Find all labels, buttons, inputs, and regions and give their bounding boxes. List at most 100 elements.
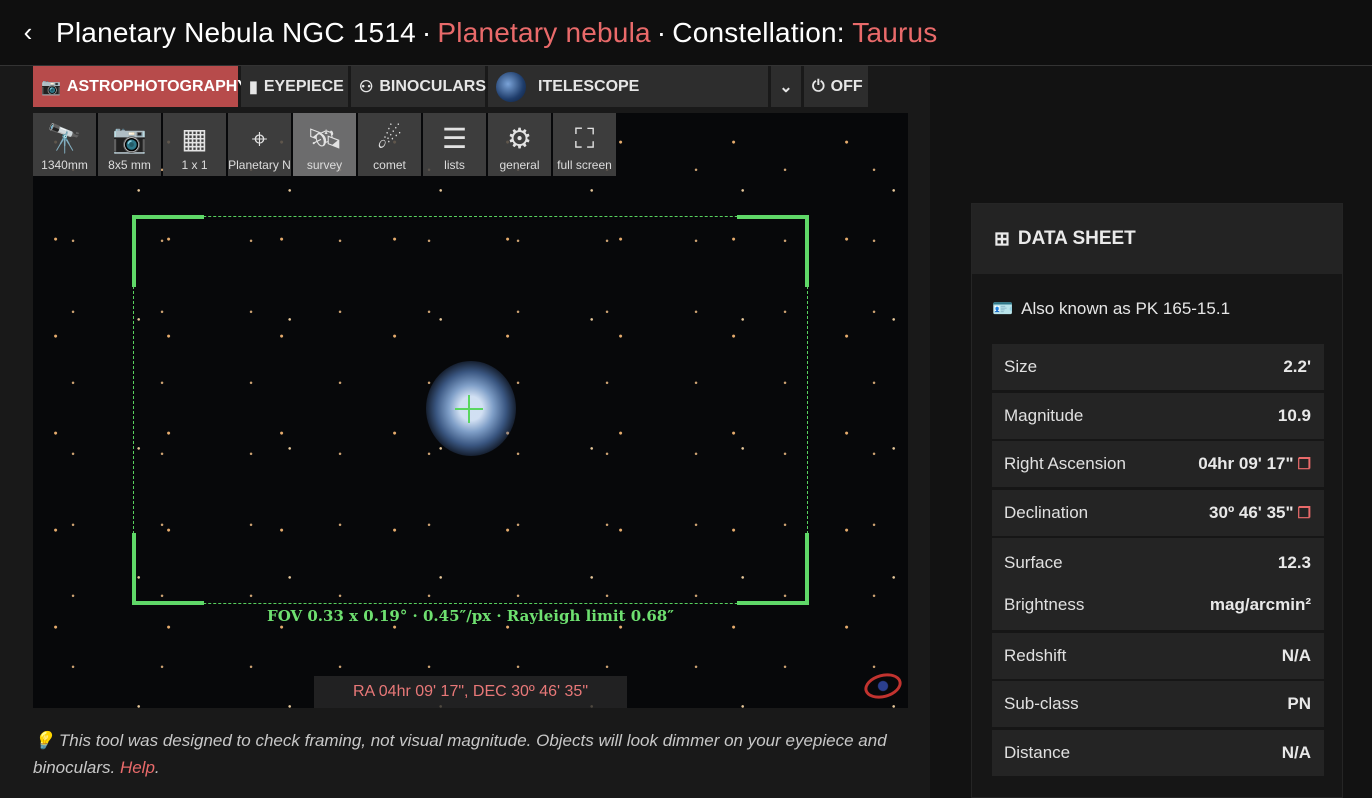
constellation-link[interactable]: Taurus — [852, 17, 937, 48]
tool-comet[interactable]: ☄ comet — [358, 113, 421, 176]
itelescope-icon — [496, 71, 526, 102]
tool-mosaic[interactable]: ▦ 1 x 1 — [163, 113, 226, 176]
ra-value: 04hr 09' 17" — [1198, 454, 1294, 473]
row-key: Declination — [1004, 502, 1089, 522]
row-key: Brightness — [1004, 595, 1085, 614]
row-key: Size — [1004, 357, 1038, 376]
row-declination: Declination 30º 46' 35" ❐ — [992, 489, 1324, 536]
tool-sensor[interactable]: 📷 8x5 mm — [98, 113, 161, 176]
tool-label: comet — [373, 158, 406, 172]
row-key: Redshift — [1004, 645, 1067, 665]
coordinate-readout: RA 04hr 09' 17", DEC 30º 46' 35" — [314, 676, 627, 708]
object-type-link[interactable]: Planetary nebula — [437, 17, 650, 48]
note-text: This tool was designed to check framing,… — [33, 731, 887, 777]
tool-full-screen[interactable]: ⛶ full screen — [553, 113, 616, 176]
fov-corner — [737, 533, 809, 605]
page-title: Planetary Nebula NGC 1514 · Planetary nebu… — [56, 16, 938, 48]
mode-astrophotography[interactable]: 📷 ASTROPHOTOGRAPHY — [33, 66, 248, 107]
mode-bar: 📷 ASTROPHOTOGRAPHY ▮ EYEPIECE ⚇ BINOCULA… — [33, 66, 868, 107]
table-icon: ⊞ — [994, 228, 1010, 250]
gear-icon: ⚙ — [506, 123, 533, 154]
row-value: mag/arcmin² — [1209, 595, 1311, 614]
chevron-down-icon: ⌄ — [779, 78, 793, 96]
row-value: 2.2' — [1283, 357, 1311, 376]
row-key: Right Ascension — [1004, 454, 1126, 473]
row-value: 12.3 — [1277, 553, 1311, 572]
copy-icon[interactable]: ❐ — [1298, 504, 1311, 522]
survey-logo-icon — [861, 669, 905, 703]
row-value: N/A — [1281, 645, 1311, 665]
camera-icon: 📷 — [112, 123, 147, 154]
tool-lists[interactable]: ☰ lists — [423, 113, 486, 176]
row-value: PN — [1287, 694, 1311, 713]
row-value: 30º 46' 35" ❐ — [1209, 503, 1311, 523]
tool-label: lists — [444, 158, 465, 172]
row-sub-class: Sub-class PN — [992, 681, 1324, 727]
data-sheet-panel: ⊞ DATA SHEET 🪪 Also known as PK 165-15.1… — [971, 203, 1343, 798]
mode-binoculars[interactable]: ⚇ BINOCULARS — [351, 66, 487, 107]
back-button[interactable]: ‹ — [0, 0, 56, 66]
satellite-icon: 🛰 — [306, 123, 343, 154]
row-value: N/A — [1281, 742, 1311, 762]
tool-focal-length[interactable]: 🔭 1340mm — [33, 113, 96, 176]
copy-icon[interactable]: ❐ — [1298, 455, 1311, 473]
row-value: 10.9 — [1277, 405, 1311, 425]
constellation-label: Constellation: — [672, 16, 845, 48]
row-size: Size 2.2' — [992, 344, 1324, 390]
fov-readout: FOV 0.33 x 0.19° · 0.45″/px · Rayleigh l… — [267, 607, 674, 625]
tool-label: general — [499, 158, 540, 172]
tool-label: 1340mm — [41, 158, 88, 172]
crosshair-icon: ⌖ — [251, 123, 268, 154]
mode-itelescope[interactable]: ITELESCOPE — [488, 66, 768, 107]
mode-dropdown-button[interactable]: ⌄ — [771, 66, 801, 107]
row-right-ascension: Right Ascension 04hr 09' 17" ❐ — [992, 441, 1324, 487]
mode-label: BINOCULARS — [379, 77, 487, 95]
mode-off-button[interactable]: ⏻ OFF — [804, 66, 868, 107]
sky-viewer[interactable]: FOV 0.33 x 0.19° · 0.45″/px · Rayleigh l… — [33, 113, 908, 708]
row-redshift: Redshift N/A — [992, 632, 1324, 679]
fov-frame[interactable] — [132, 215, 809, 605]
expand-icon: ⛶ — [574, 123, 595, 154]
row-surface-brightness: Surface 12.3 Brightness mag/arcmin² — [992, 538, 1324, 630]
tool-label: Planetary N — [228, 158, 291, 172]
tool-row: 🔭 1340mm 📷 8x5 mm ▦ 1 x 1 ⌖ Planetary N 🛰 sur… — [33, 113, 616, 176]
chevron-left-icon: ‹ — [23, 17, 33, 47]
tool-label: survey — [306, 158, 343, 172]
camera-icon: 📷 — [41, 78, 61, 96]
data-sheet-title: DATA SHEET — [1017, 228, 1136, 249]
row-key: Magnitude — [1004, 405, 1084, 425]
tool-target[interactable]: ⌖ Planetary N — [228, 113, 291, 176]
row-key: Distance — [1004, 742, 1071, 762]
mode-label: OFF — [830, 77, 863, 95]
lightbulb-icon: 💡 — [33, 731, 55, 750]
aka-text: Also known as PK 165-15.1 — [1021, 299, 1231, 318]
tool-general[interactable]: ⚙ general — [488, 113, 551, 176]
row-key: Sub-class — [1004, 694, 1079, 713]
object-name: Planetary Nebula NGC 1514 — [56, 16, 416, 48]
note-tail: . — [154, 758, 160, 777]
mode-label: ITELESCOPE — [538, 77, 640, 95]
list-icon: ☰ — [441, 123, 468, 154]
data-sheet-rows: Size 2.2' Magnitude 10.9 Right Ascension 04… — [992, 344, 1324, 778]
fov-corner — [132, 533, 204, 605]
row-magnitude: Magnitude 10.9 — [992, 392, 1324, 439]
framing-note: 💡 This tool was designed to check framin… — [33, 727, 913, 781]
mode-label: ASTROPHOTOGRAPHY — [66, 77, 248, 95]
telescope-icon: 🔭 — [47, 123, 82, 154]
row-distance: Distance N/A — [992, 729, 1324, 776]
tool-label: 8x5 mm — [108, 158, 151, 172]
fov-corner — [132, 215, 204, 287]
data-sheet-header: ⊞ DATA SHEET — [972, 204, 1342, 274]
grid-icon: ▦ — [181, 123, 208, 154]
help-link[interactable]: Help — [120, 758, 155, 777]
comet-icon: ☄ — [376, 123, 403, 154]
row-key: Surface — [1004, 553, 1063, 572]
mode-eyepiece[interactable]: ▮ EYEPIECE — [241, 66, 348, 107]
top-bar: ‹ Planetary Nebula NGC 1514 · Planetary ne… — [0, 0, 1372, 66]
id-card-icon: 🪪 — [992, 299, 1014, 318]
tool-survey[interactable]: 🛰 survey — [293, 113, 356, 176]
fov-corner — [737, 215, 809, 287]
tool-label: 1 x 1 — [181, 158, 208, 172]
mode-label: EYEPIECE — [263, 77, 344, 95]
dec-value: 30º 46' 35" — [1209, 502, 1294, 522]
